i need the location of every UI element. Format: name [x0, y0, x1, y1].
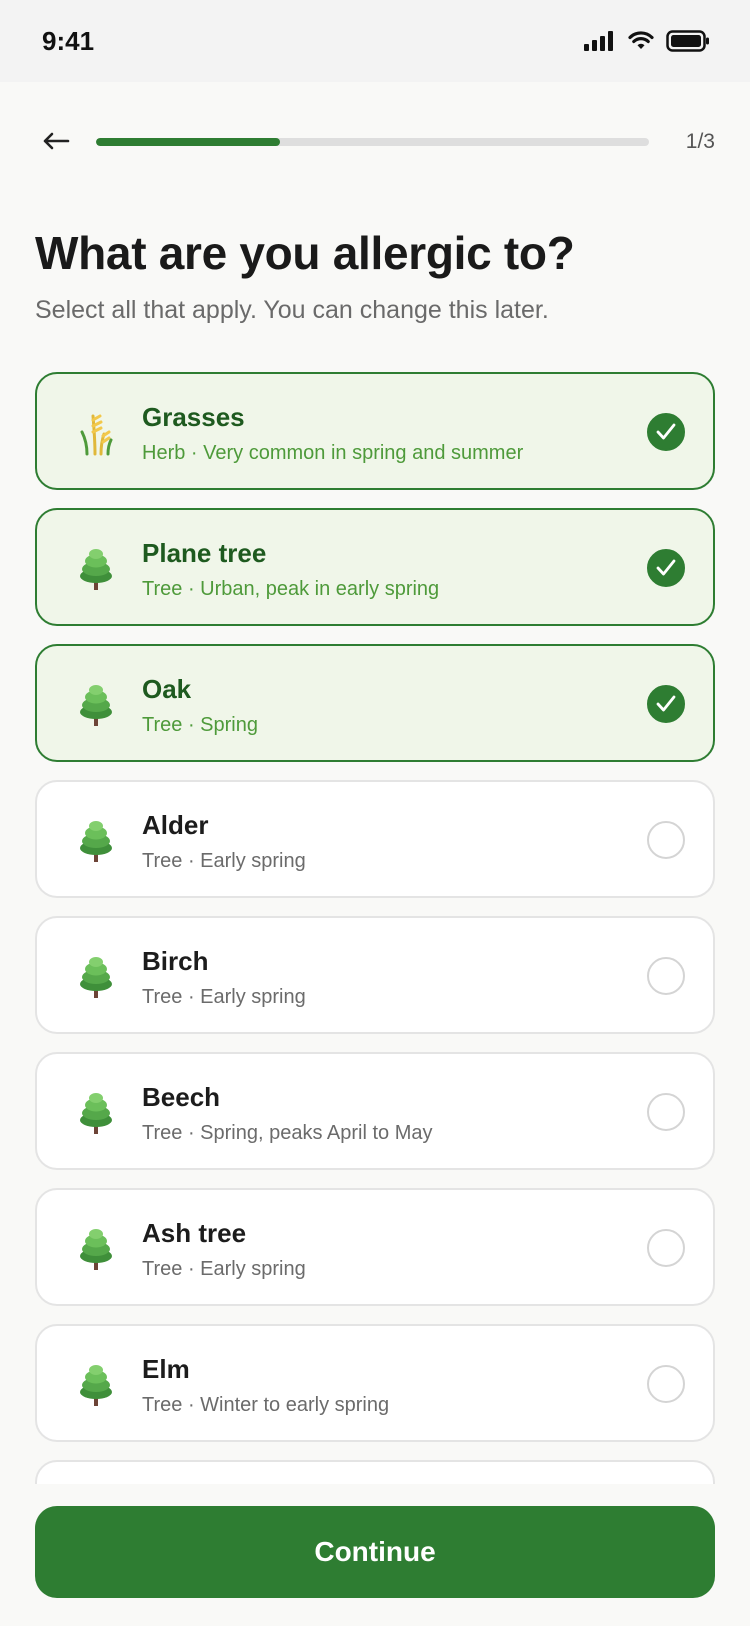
continue-button[interactable]: Continue — [35, 1506, 715, 1598]
page-subtitle: Select all that apply. You can change th… — [35, 296, 549, 324]
checkmark-icon[interactable] — [647, 549, 685, 587]
tree-icon — [73, 546, 119, 592]
back-button[interactable] — [34, 118, 78, 168]
allergen-name: Birch — [142, 946, 209, 976]
tree-icon — [73, 818, 119, 864]
allergen-option-grasses[interactable]: Grasses Herb · Very common in spring and … — [35, 372, 715, 490]
onboarding-header: 1/3 — [0, 118, 750, 168]
tree-icon — [73, 682, 119, 728]
allergen-detail: Tree · Early spring — [142, 850, 306, 872]
battery-icon — [666, 30, 710, 52]
step-indicator: 1/3 — [685, 130, 715, 153]
allergen-detail: Herb · Very common in spring and summer — [142, 442, 524, 464]
tree-icon — [73, 1362, 119, 1408]
allergen-detail: Tree · Winter to early spring — [142, 1394, 390, 1416]
allergen-list: Grasses Herb · Very common in spring and … — [35, 372, 715, 1484]
empty-checkbox-icon[interactable] — [647, 821, 685, 859]
allergen-option-more[interactable] — [35, 1460, 715, 1484]
tree-icon — [73, 1226, 119, 1272]
allergen-detail: Tree · Spring, peaks April to May — [142, 1122, 433, 1144]
allergen-option-birch[interactable]: Birch Tree · Early spring — [35, 916, 715, 1034]
allergen-option-plane-tree[interactable]: Plane tree Tree · Urban, peak in early sp… — [35, 508, 715, 626]
empty-checkbox-icon[interactable] — [647, 957, 685, 995]
empty-checkbox-icon[interactable] — [647, 1229, 685, 1267]
cellular-signal-icon — [584, 31, 616, 51]
tree-icon — [73, 954, 119, 1000]
progress-fill — [96, 138, 281, 146]
allergen-detail: Tree · Urban, peak in early spring — [142, 578, 440, 600]
wifi-icon — [628, 31, 654, 51]
status-icons — [584, 30, 710, 52]
checkmark-icon[interactable] — [647, 413, 685, 451]
arrow-left-icon — [42, 131, 70, 156]
empty-checkbox-icon[interactable] — [647, 1365, 685, 1403]
status-bar: 9:41 — [0, 0, 750, 82]
allergen-name: Beech — [142, 1082, 221, 1112]
allergen-name: Oak — [142, 674, 192, 704]
allergen-name: Grasses — [142, 402, 245, 432]
allergen-option-elm[interactable]: Elm Tree · Winter to early spring — [35, 1324, 715, 1442]
allergen-name: Alder — [142, 810, 209, 840]
page-title: What are you allergic to? — [35, 227, 575, 279]
allergen-option-oak[interactable]: Oak Tree · Spring — [35, 644, 715, 762]
allergen-detail: Tree · Spring — [142, 714, 258, 736]
allergen-name: Elm — [142, 1354, 190, 1384]
allergen-name: Plane tree — [142, 538, 267, 568]
allergen-name: Ash tree — [142, 1218, 247, 1248]
allergen-option-beech[interactable]: Beech Tree · Spring, peaks April to May — [35, 1052, 715, 1170]
allergen-detail: Tree · Early spring — [142, 1258, 306, 1280]
status-time: 9:41 — [42, 26, 95, 56]
allergen-option-alder[interactable]: Alder Tree · Early spring — [35, 780, 715, 898]
allergen-option-ash-tree[interactable]: Ash tree Tree · Early spring — [35, 1188, 715, 1306]
tree-icon — [73, 1090, 119, 1136]
progress-bar — [96, 138, 649, 146]
allergen-detail: Tree · Early spring — [142, 986, 306, 1008]
checkmark-icon[interactable] — [647, 685, 685, 723]
empty-checkbox-icon[interactable] — [647, 1093, 685, 1131]
grass-icon — [73, 410, 119, 456]
